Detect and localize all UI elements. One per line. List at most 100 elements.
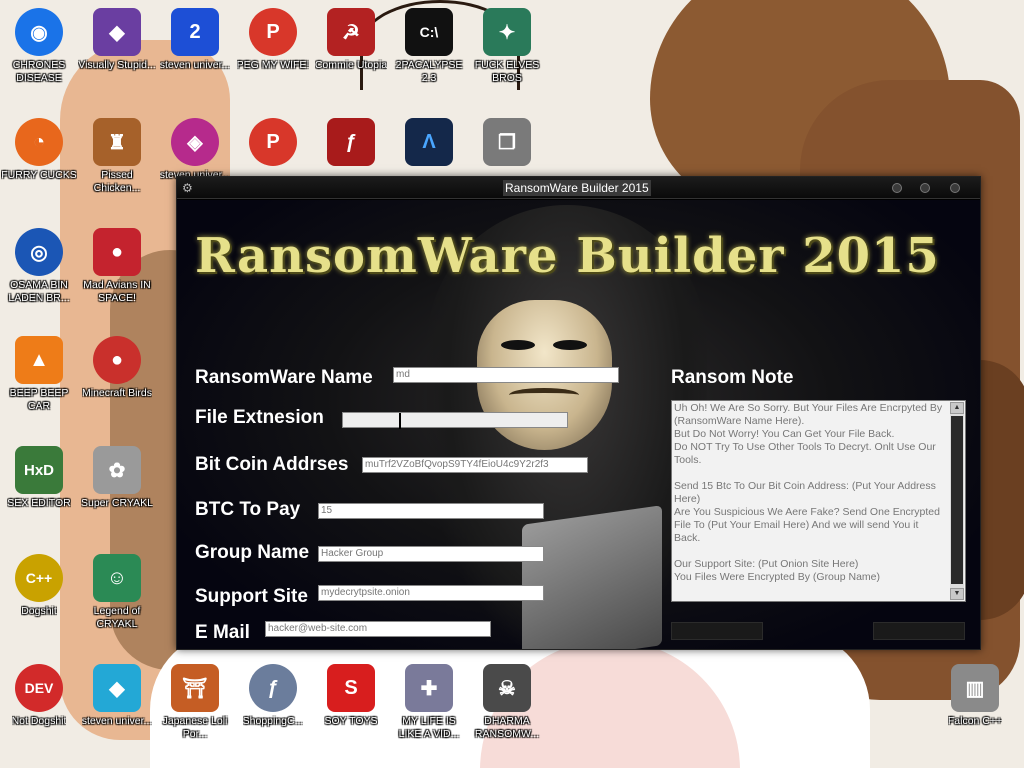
text-cursor-icon bbox=[399, 413, 401, 429]
desktop-icon-firefox[interactable]: ◔ FURRY CUCKS bbox=[0, 118, 78, 182]
desktop-icon-minecraft-birds[interactable]: ● Minecraft Birds bbox=[78, 336, 156, 400]
ransomware-name-label: RansomWare Name bbox=[195, 367, 373, 388]
window-titlebar[interactable]: ⚙ RansomWare Builder 2015 bbox=[177, 177, 980, 199]
scroll-down-arrow-icon[interactable]: ▼ bbox=[950, 588, 964, 600]
desktop-icon-notepad[interactable]: Λ bbox=[390, 118, 468, 166]
app-icon: ⚙ bbox=[182, 181, 193, 195]
desktop-icon-super-cryakl[interactable]: ✿ Super CRYAKL bbox=[78, 446, 156, 510]
desktop-icon-shopping[interactable]: ƒ ShoppingC... bbox=[234, 664, 312, 728]
desktop-icon-dharma-ransomware[interactable]: ☠ DHARMA RANSOMW... bbox=[468, 664, 546, 741]
steven-universe-icon: 2 bbox=[171, 8, 219, 56]
angry-birds-icon: ● bbox=[93, 336, 141, 384]
window-stack-icon: ❐ bbox=[483, 118, 531, 166]
bitcoin-address-input[interactable]: muTrf2VZoBfQvopS9TY4fEioU4c9Y2r2f3 bbox=[362, 457, 588, 473]
notepad-plus-icon: Λ bbox=[405, 118, 453, 166]
support-site-label: Support Site bbox=[195, 586, 308, 607]
scrollbar-thumb[interactable] bbox=[951, 416, 963, 584]
codeblocks-icon: C++ bbox=[15, 554, 63, 602]
desktop-icon-japanese-loli[interactable]: ⛩ Japanese Loli Por... bbox=[156, 664, 234, 741]
ransom-note-scrollbar[interactable]: ▲ ▼ bbox=[950, 402, 964, 600]
ransom-note-text: Uh Oh! We Are So Sorry. But Your Files A… bbox=[674, 402, 943, 583]
desktop-icon-beep-beep-car[interactable]: ▲ BEEP BEEP CAR bbox=[0, 336, 78, 413]
group-name-input[interactable]: Hacker Group bbox=[318, 546, 544, 562]
desktop-icon-label: Not Dogshit bbox=[11, 715, 67, 727]
ransom-note-textarea[interactable]: Uh Oh! We Are So Sorry. But Your Files A… bbox=[671, 400, 966, 602]
file-extension-label: File Extnesion bbox=[195, 407, 324, 428]
red-s-icon: S bbox=[327, 664, 375, 712]
diamond-icon: ◆ bbox=[93, 664, 141, 712]
desktop-icon-mad-avians[interactable]: ● Mad Avians IN SPACE! bbox=[78, 228, 156, 305]
desktop-icon-steven-universe[interactable]: 2 steven univer... bbox=[156, 8, 234, 72]
command-prompt-icon: C:\ bbox=[405, 8, 453, 56]
desktop-icon-steven-universe-3[interactable]: ◆ steven univer... bbox=[78, 664, 156, 728]
desktop-icon-label: 2PACALYPSE 2.3 bbox=[395, 59, 463, 84]
desktop-icon-visual-studio[interactable]: ◆ Visually Stupid... bbox=[78, 8, 156, 72]
elf-game-icon: ✦ bbox=[483, 8, 531, 56]
desktop-icon-falcon-cpp[interactable]: ▥ Falcon C++ bbox=[936, 664, 1014, 728]
desktop-icon-partial-2[interactable]: ƒ bbox=[312, 118, 390, 166]
angry-birds-space-icon: ● bbox=[93, 228, 141, 276]
vlc-cone-icon: ▲ bbox=[15, 336, 63, 384]
desktop-icon-label: SOY TOYS bbox=[324, 715, 378, 727]
desktop-icon-my-life-video[interactable]: ✚ MY LIFE IS LIKE A VID... bbox=[390, 664, 468, 741]
desktop-icon-label: SEX EDITOR bbox=[7, 497, 71, 509]
mask-eye bbox=[501, 340, 535, 350]
desktop-icon-label: DHARMA RANSOMW... bbox=[474, 715, 540, 740]
flash-icon: ƒ bbox=[249, 664, 297, 712]
desktop-icon-label: Dogshit bbox=[21, 605, 57, 617]
desktop-icon-steven-universe-2[interactable]: ◈ steven univer... bbox=[156, 118, 234, 182]
desktop-icon-pissed-chicken[interactable]: ♜ Pissed Chicken... bbox=[78, 118, 156, 195]
group-name-label: Group Name bbox=[195, 542, 310, 563]
pixel-hero-icon: ☺ bbox=[93, 554, 141, 602]
ransomware-name-input[interactable]: md bbox=[393, 367, 619, 383]
ransomware-builder-window: ⚙ RansomWare Builder 2015 RansomWare Bui… bbox=[176, 176, 981, 650]
desktop-icon-2pacalypse[interactable]: C:\ 2PACALYPSE 2.3 bbox=[390, 8, 468, 85]
desktop-icon-dogshit[interactable]: C++ Dogshit bbox=[0, 554, 78, 618]
dev-cpp-icon: DEV bbox=[15, 664, 63, 712]
action-button-left[interactable] bbox=[671, 622, 763, 640]
peggle-icon: P bbox=[249, 118, 297, 166]
desktop-icon-label: OSAMA BIN LADEN BR... bbox=[8, 279, 70, 304]
maximize-button[interactable] bbox=[920, 183, 930, 193]
firefox-icon: ◔ bbox=[15, 118, 63, 166]
desktop-icon-soy-toys[interactable]: S SOY TOYS bbox=[312, 664, 390, 728]
support-site-input[interactable]: mydecrytpsite.onion bbox=[318, 585, 544, 601]
gem-icon: ◈ bbox=[171, 118, 219, 166]
desktop-icon-not-dogshit[interactable]: DEV Not Dogshit bbox=[0, 664, 78, 728]
desktop-icon-label: Commie Utopia bbox=[314, 59, 388, 71]
desktop-icon-label: Visually Stupid... bbox=[78, 59, 156, 71]
desktop-icon-osama[interactable]: ◎ OSAMA BIN LADEN BR... bbox=[0, 228, 78, 305]
desktop-icon-label: FUCK ELVES BROS bbox=[474, 59, 540, 84]
visual-studio-icon: ◆ bbox=[93, 8, 141, 56]
papers-please-icon: ☭ bbox=[327, 8, 375, 56]
desktop-icon-label: Mad Avians IN SPACE! bbox=[83, 279, 151, 304]
chrome-icon: ◉ bbox=[15, 8, 63, 56]
ransom-note-label: Ransom Note bbox=[671, 367, 794, 388]
desktop-icon-deez-nutz[interactable]: ❐ bbox=[468, 118, 546, 166]
btc-to-pay-input[interactable]: 15 bbox=[318, 503, 544, 519]
laptop-art bbox=[522, 505, 662, 649]
minimize-button[interactable] bbox=[892, 183, 902, 193]
desktop-icon-commie-utopia[interactable]: ☭ Commie Utopia bbox=[312, 8, 390, 72]
email-input[interactable]: hacker@web-site.com bbox=[265, 621, 491, 637]
action-button-right[interactable] bbox=[873, 622, 965, 640]
scroll-up-arrow-icon[interactable]: ▲ bbox=[950, 402, 964, 414]
desktop-icon-fuck-elves-bros[interactable]: ✦ FUCK ELVES BROS bbox=[468, 8, 546, 85]
torii-gate-icon: ⛩ bbox=[171, 664, 219, 712]
desktop-icon-label: PEG MY WIFE! bbox=[236, 59, 310, 71]
desktop-icon-legend-of-cryakl[interactable]: ☺ Legend of CRYAKL bbox=[78, 554, 156, 631]
desktop-icon-sex-editor[interactable]: HxD SEX EDITOR bbox=[0, 446, 78, 510]
skull-icon: ☠ bbox=[483, 664, 531, 712]
peggle-icon: P bbox=[249, 8, 297, 56]
desktop-icon-peg-my-wife[interactable]: P PEG MY WIFE! bbox=[234, 8, 312, 72]
desktop-icon-label: Legend of CRYAKL bbox=[93, 605, 141, 630]
desktop-icon-label: Japanese Loli Por... bbox=[162, 715, 228, 740]
close-button[interactable] bbox=[950, 183, 960, 193]
file-extension-input[interactable] bbox=[342, 412, 568, 428]
flash-player-icon: ƒ bbox=[327, 118, 375, 166]
desktop-icon-label: MY LIFE IS LIKE A VID... bbox=[398, 715, 460, 740]
desktop-icon-label: FURRY CUCKS bbox=[1, 169, 77, 181]
desktop-icon-chrome[interactable]: ◉ CHRONES DISEASE bbox=[0, 8, 78, 85]
recycle-bin-icon: ▥ bbox=[951, 664, 999, 712]
desktop-icon-partial-1[interactable]: P bbox=[234, 118, 312, 166]
